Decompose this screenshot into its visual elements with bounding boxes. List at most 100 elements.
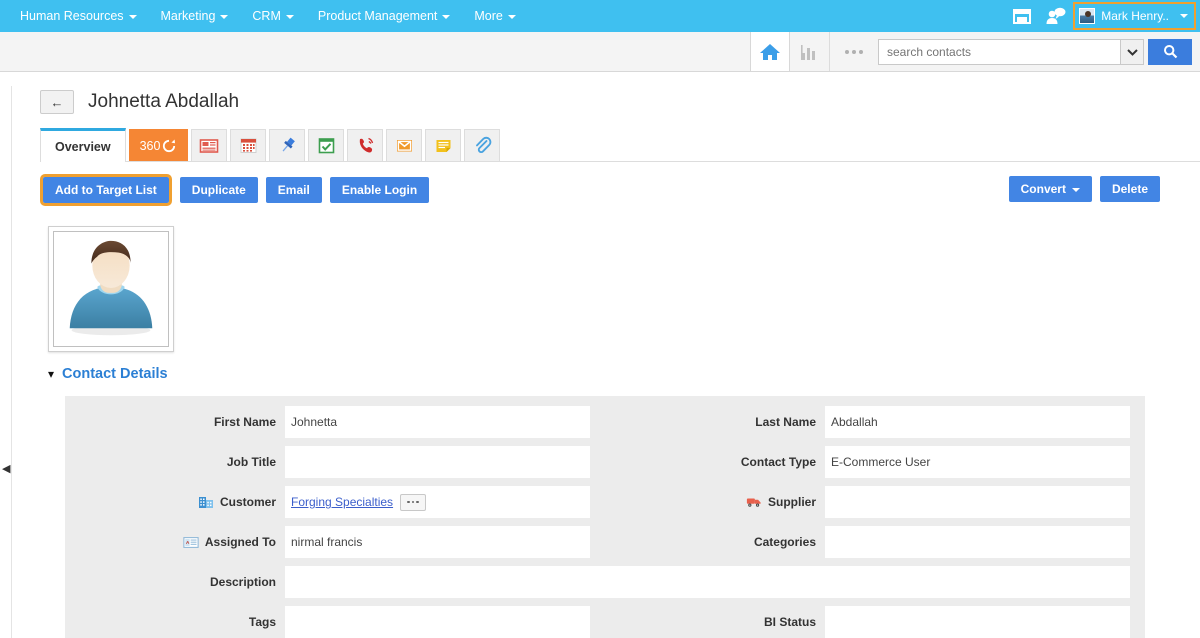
sticky-note-icon [426,137,460,154]
field-label: Last Name [755,415,816,429]
field-first-name: First Name Johnetta [65,402,605,442]
field-label: A Assigned To [65,535,285,549]
truck-icon [746,495,762,509]
bar-chart-icon[interactable] [790,32,830,71]
description-input[interactable] [285,566,1130,598]
customer-link[interactable]: Forging Specialties [291,495,393,509]
delete-button[interactable]: Delete [1099,176,1160,202]
record-header: ← Johnetta Abdallah [0,72,1200,114]
back-arrow-icon[interactable]: ← [40,90,74,114]
contact-details-label: Contact Details [62,366,168,382]
convert-label: Convert [1020,182,1066,196]
record-action-bar-right: Convert Delete [1008,176,1160,202]
user-menu-button[interactable]: Mark Henry.. [1073,2,1196,30]
field-tags: Tags [65,602,605,638]
field-contact-type: Contact Type E-Commerce User [605,442,1145,482]
tab-pinned[interactable] [269,129,306,161]
tab-emails[interactable] [386,129,423,161]
email-button[interactable]: Email [265,177,322,203]
field-categories: Categories [605,522,1145,562]
store-icon[interactable] [1005,0,1039,32]
field-label: Categories [753,535,816,549]
form-row: Tags BI Status [65,602,1145,638]
enable-login-button[interactable]: Enable Login [329,177,430,203]
last-name-input[interactable]: Abdallah [825,406,1130,438]
pin-icon [270,136,304,155]
chevron-down-icon [1180,14,1188,18]
tab-attachments[interactable] [464,129,501,161]
nav-label: Product Management [317,9,438,23]
search-input[interactable] [878,38,1120,65]
sidebar-collapse-toggle[interactable]: ◀ [0,86,12,638]
nav-item-crm[interactable]: CRM [240,0,305,32]
customer-more-button[interactable] [400,493,426,511]
chevron-down-icon [128,14,137,19]
user-name-label: Mark Henry.. [1101,9,1169,23]
field-bi-status: BI Status [605,602,1145,638]
duplicate-button[interactable]: Duplicate [179,177,258,203]
chevron-left-icon: ◀ [2,463,11,475]
contact-type-input[interactable]: E-Commerce User [825,446,1130,478]
nav-item-human-resources[interactable]: Human Resources [8,0,149,32]
contact-card-icon: A [183,535,199,549]
dot [859,49,863,54]
form-row: First Name Johnetta Last Name Abdallah [65,402,1145,442]
customer-field[interactable]: Forging Specialties [285,486,590,518]
contact-details-section-toggle[interactable]: ▾ Contact Details [48,366,1200,382]
tab-overview[interactable]: Overview [40,128,126,162]
search-group [878,38,1192,65]
tab-calls[interactable] [347,129,384,161]
chevron-down-icon: ▾ [48,367,55,381]
page-body: ◀ ← Johnetta Abdallah Overview 360 Add t… [0,72,1200,638]
nav-label: Human Resources [20,9,124,23]
tab-news[interactable] [191,129,228,161]
nav-item-marketing[interactable]: Marketing [149,0,241,32]
search-scope-dropdown[interactable] [1120,38,1144,65]
tab-360[interactable]: 360 [128,129,189,161]
field-label: Supplier [605,495,825,509]
job-title-input[interactable] [285,446,590,478]
add-to-target-list-button[interactable]: Add to Target List [40,174,172,206]
tags-input[interactable] [285,606,590,638]
supplier-input[interactable] [825,486,1130,518]
field-label-text: Assigned To [204,535,276,549]
home-icon[interactable] [750,32,790,71]
field-value: E-Commerce User [831,455,931,469]
tab-calendar[interactable] [230,129,267,161]
field-label: BI Status [763,615,816,629]
field-value: Abdallah [831,415,878,429]
assigned-to-input[interactable]: nirmal francis [285,526,590,558]
tab-tasks[interactable] [308,129,345,161]
form-row: Customer Forging Specialties Supplier [65,482,1145,522]
tab-label: 360 [139,138,161,153]
tab-label: Overview [55,139,111,154]
user-chat-icon[interactable] [1039,0,1073,32]
tab-notes[interactable] [425,129,462,161]
nav-item-more[interactable]: More [462,0,527,32]
field-label-text: Customer [219,495,276,509]
page-title: Johnetta Abdallah [88,91,240,112]
nav-label: More [474,9,503,23]
envelope-icon [387,137,421,154]
contact-details-form: First Name Johnetta Last Name Abdallah J… [65,396,1145,638]
field-label: Tags [248,615,276,629]
field-label: Customer [65,495,285,509]
search-submit-button[interactable] [1148,38,1192,65]
field-description: Description [65,562,1145,602]
convert-button[interactable]: Convert [1008,176,1092,202]
chevron-down-icon [285,14,294,19]
dot [845,49,849,54]
bi-status-input[interactable] [825,606,1130,638]
categories-input[interactable] [825,526,1130,558]
paperclip-icon [465,136,499,155]
nav-item-product-management[interactable]: Product Management [306,0,463,32]
form-row: Job Title Contact Type E-Commerce User [65,442,1145,482]
calendar-icon [231,136,265,155]
first-name-input[interactable]: Johnetta [285,406,590,438]
ellipsis-icon[interactable] [830,32,878,71]
chevron-down-icon [442,14,451,19]
form-row: Description [65,562,1145,602]
chevron-down-icon [1071,187,1080,192]
top-nav-right-tools: Mark Henry.. [1005,0,1196,32]
top-nav-menu-list: Human Resources Marketing CRM Product Ma… [8,0,528,32]
